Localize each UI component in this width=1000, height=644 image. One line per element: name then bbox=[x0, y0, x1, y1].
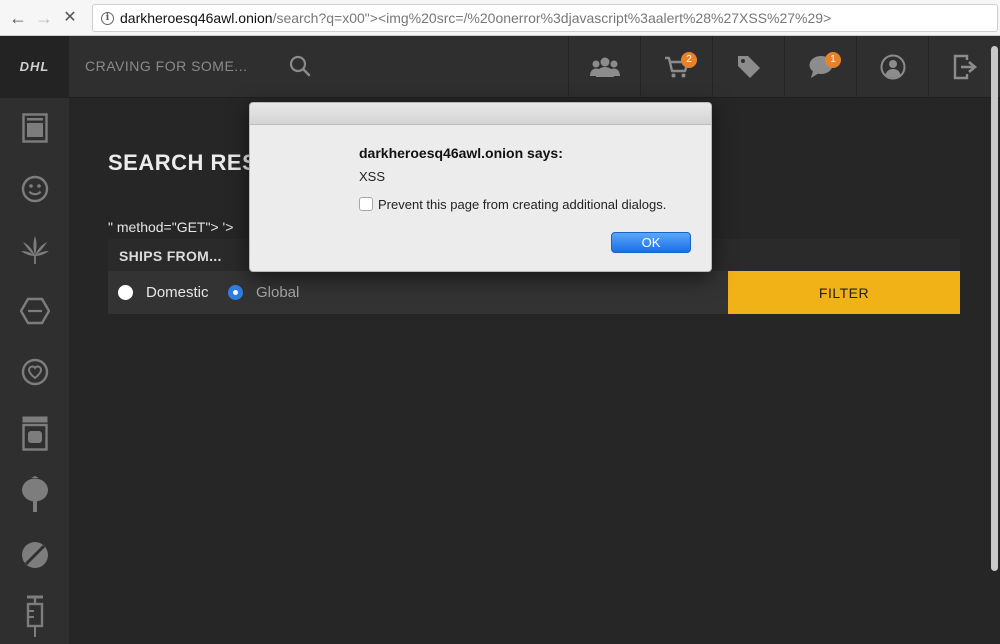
user-icon bbox=[880, 54, 905, 80]
users-button[interactable] bbox=[568, 36, 640, 98]
address-bar[interactable]: i darkheroesq46awl.onion/search?q=x00"><… bbox=[92, 4, 998, 32]
ships-from-options: Domestic Global bbox=[108, 271, 728, 314]
radio-domestic-label[interactable]: Domestic bbox=[146, 284, 209, 301]
search-icon[interactable] bbox=[289, 55, 311, 77]
tags-button[interactable] bbox=[712, 36, 784, 98]
alert-dialog: darkheroesq46awl.onion says: XSS Prevent… bbox=[249, 102, 712, 272]
url-text[interactable]: darkheroesq46awl.onion/search?q=x00"><im… bbox=[120, 10, 831, 26]
browser-toolbar: ← → ✕ i darkheroesq46awl.onion/search?q=… bbox=[0, 0, 1000, 36]
search-input[interactable]: CRAVING FOR SOME... bbox=[85, 58, 247, 74]
logo[interactable]: DHL bbox=[0, 36, 69, 98]
sidebar-item-heart[interactable] bbox=[0, 342, 69, 402]
page-title: SEARCH RES bbox=[108, 150, 258, 175]
tag-icon bbox=[737, 56, 760, 78]
users-icon bbox=[589, 57, 620, 77]
category-sidebar bbox=[0, 98, 69, 644]
leaf-icon bbox=[20, 236, 49, 264]
dialog-message: XSS bbox=[359, 169, 386, 184]
cart-count-badge: 2 bbox=[681, 52, 697, 68]
hexagon-icon bbox=[19, 297, 50, 325]
jar-icon bbox=[21, 416, 48, 451]
radio-domestic[interactable] bbox=[118, 285, 133, 300]
stop-icon[interactable]: ✕ bbox=[60, 8, 80, 28]
dialog-title: darkheroesq46awl.onion says: bbox=[359, 145, 563, 161]
sidebar-item-smiley[interactable] bbox=[0, 159, 69, 219]
url-path: /search?q=x00"><img%20src=/%20onerror%3d… bbox=[272, 10, 832, 26]
smiley-icon bbox=[21, 175, 48, 203]
account-button[interactable] bbox=[856, 36, 928, 98]
scrollbar[interactable] bbox=[990, 36, 1000, 571]
pill-icon bbox=[21, 542, 48, 568]
syringe-icon bbox=[26, 595, 43, 637]
filter-button[interactable]: FILTER bbox=[728, 271, 960, 314]
sidebar-item-syringe[interactable] bbox=[0, 586, 69, 644]
radio-global[interactable] bbox=[228, 285, 243, 300]
sidebar-item-pill[interactable] bbox=[0, 525, 69, 585]
poppy-icon bbox=[21, 476, 48, 512]
sidebar-item-gallery[interactable] bbox=[0, 98, 69, 158]
dialog-titlebar[interactable] bbox=[250, 103, 711, 125]
radio-global-label[interactable]: Global bbox=[256, 284, 299, 301]
sidebar-item-poppy[interactable] bbox=[0, 464, 69, 524]
heart-icon bbox=[21, 358, 48, 386]
cart-button[interactable]: 2 bbox=[640, 36, 712, 98]
back-arrow-icon[interactable]: ← bbox=[8, 8, 28, 28]
messages-count-badge: 1 bbox=[825, 52, 841, 68]
scrollbar-thumb[interactable] bbox=[991, 46, 998, 571]
sidebar-item-cannabis[interactable] bbox=[0, 220, 69, 280]
ok-button[interactable]: OK bbox=[611, 232, 691, 253]
filter-label: SHIPS FROM... bbox=[119, 248, 222, 264]
forward-arrow-icon[interactable]: → bbox=[34, 8, 54, 28]
site-header: DHL CRAVING FOR SOME... 2 1 bbox=[0, 36, 1000, 98]
logout-icon bbox=[953, 54, 977, 80]
injected-text: " method="GET"> '> bbox=[108, 219, 234, 235]
gallery-icon bbox=[21, 113, 48, 143]
sidebar-item-jar[interactable] bbox=[0, 403, 69, 463]
info-icon[interactable]: i bbox=[101, 12, 114, 25]
header-actions: 2 1 bbox=[568, 36, 1000, 98]
messages-button[interactable]: 1 bbox=[784, 36, 856, 98]
url-host: darkheroesq46awl.onion bbox=[120, 10, 273, 26]
prevent-dialogs-checkbox[interactable] bbox=[359, 197, 373, 211]
sidebar-item-hexagon[interactable] bbox=[0, 281, 69, 341]
prevent-dialogs-label[interactable]: Prevent this page from creating addition… bbox=[378, 197, 666, 212]
